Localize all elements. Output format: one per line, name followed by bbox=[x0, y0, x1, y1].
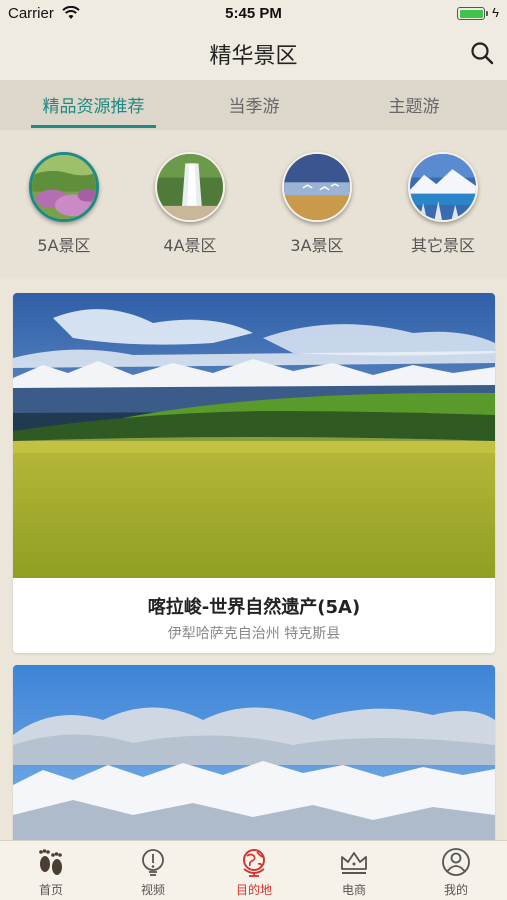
page-title: 精华景区 bbox=[209, 44, 298, 69]
user-icon bbox=[442, 848, 470, 876]
tabbar-destination-label: 目的地 bbox=[235, 883, 272, 897]
scenic-list: 喀拉峻-世界自然遗产(5A) 伊犁哈萨克自治州 特克斯县 bbox=[0, 278, 507, 840]
category-3a-image bbox=[282, 152, 352, 222]
charging-icon: ϟ bbox=[492, 5, 499, 20]
category-5a-image bbox=[29, 152, 99, 222]
tab-premium-recommend[interactable]: 精品资源推荐 bbox=[31, 92, 156, 117]
tabbar-video[interactable]: 视频 bbox=[113, 847, 193, 898]
status-bar: Carrier 5:45 PM ϟ bbox=[0, 0, 507, 28]
tabbar-shop-label: 电商 bbox=[341, 883, 366, 897]
battery-icon bbox=[457, 7, 488, 20]
segment-tabs: 精品资源推荐 当季游 主题游 bbox=[0, 80, 507, 130]
scenic-card[interactable]: 喀拉峻-世界自然遗产(5A) 伊犁哈萨克自治州 特克斯县 bbox=[13, 293, 495, 653]
bottom-tab-bar: 首页 视频 目的地 电商 我的 bbox=[0, 840, 507, 900]
tab-theme[interactable]: 主题游 bbox=[354, 92, 474, 117]
lightbulb-icon bbox=[142, 849, 164, 876]
category-other-image bbox=[408, 152, 478, 222]
category-5a-label: 5A景区 bbox=[37, 236, 91, 255]
footprints-icon bbox=[39, 849, 62, 875]
scenic-card[interactable] bbox=[13, 665, 495, 840]
category-4a-image bbox=[155, 152, 225, 222]
tabbar-profile[interactable]: 我的 bbox=[416, 847, 496, 898]
search-icon[interactable] bbox=[469, 40, 495, 66]
crown-icon bbox=[341, 852, 367, 874]
category-3a-label: 3A景区 bbox=[290, 236, 344, 255]
category-3a[interactable]: 3A景区 bbox=[262, 152, 372, 256]
scenic-card-title: 喀拉峻-世界自然遗产(5A) bbox=[147, 597, 361, 618]
globe-icon bbox=[243, 849, 265, 877]
category-4a-label: 4A景区 bbox=[163, 236, 217, 255]
category-4a[interactable]: 4A景区 bbox=[135, 152, 245, 256]
scenic-card-location: 伊犁哈萨克自治州 特克斯县 bbox=[167, 626, 341, 642]
tabbar-shop[interactable]: 电商 bbox=[314, 847, 394, 898]
tabbar-profile-label: 我的 bbox=[443, 883, 468, 897]
category-other-label: 其它景区 bbox=[410, 236, 475, 255]
category-row: 5A景区 4A景区 3A景区 其它景区 bbox=[0, 130, 507, 278]
tabbar-home[interactable]: 首页 bbox=[11, 847, 91, 898]
tabbar-video-label: 视频 bbox=[140, 883, 165, 897]
category-5a[interactable]: 5A景区 bbox=[9, 152, 119, 256]
category-other[interactable]: 其它景区 bbox=[388, 152, 498, 256]
tab-active-indicator bbox=[31, 125, 156, 128]
tabbar-home-label: 首页 bbox=[38, 883, 63, 897]
tabbar-destination[interactable]: 目的地 bbox=[214, 847, 294, 898]
navigation-bar: 精华景区 bbox=[0, 28, 507, 80]
status-time: 5:45 PM bbox=[225, 5, 282, 22]
scenic-card-photo bbox=[13, 665, 495, 840]
tab-seasonal[interactable]: 当季游 bbox=[194, 92, 314, 117]
scenic-card-photo bbox=[13, 293, 495, 578]
